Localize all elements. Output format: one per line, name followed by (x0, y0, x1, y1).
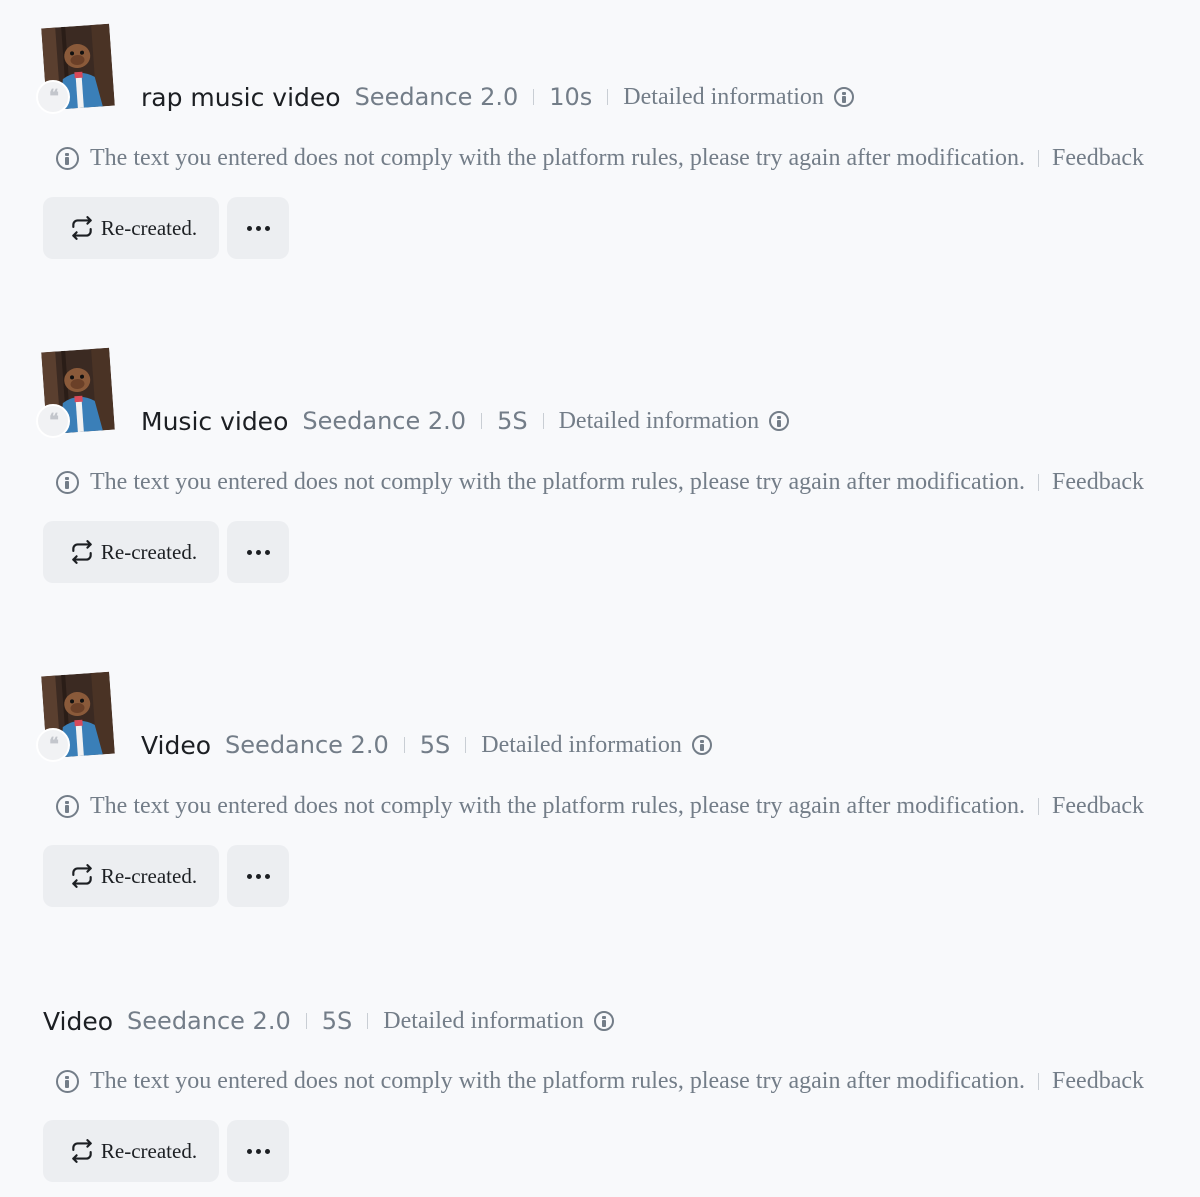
divider (367, 1013, 369, 1029)
detailed-information-link[interactable]: Detailed information (383, 1008, 614, 1035)
recreate-label: Re-created. (100, 215, 198, 240)
divider (1038, 473, 1040, 491)
duration-label: 5S (321, 1007, 353, 1035)
more-horizontal-icon (246, 549, 270, 555)
prompt-title: Music video (141, 406, 289, 436)
entry-header: Music video Seedance 2.0 5S Detailed inf… (141, 401, 790, 441)
more-options-button[interactable] (227, 1120, 289, 1182)
duration-label: 5S (497, 407, 528, 435)
detailed-information-label: Detailed information (481, 731, 682, 758)
error-message: The text you entered does not comply wit… (90, 144, 1026, 171)
detailed-information-link[interactable]: Detailed information (623, 84, 854, 111)
info-icon (56, 470, 79, 494)
recreate-label: Re-created. (100, 1138, 198, 1163)
refresh-icon (72, 540, 92, 564)
more-options-button[interactable] (227, 197, 289, 259)
info-icon (56, 794, 79, 818)
recreate-label: Re-created. (100, 539, 198, 564)
error-message-row: The text you entered does not comply wit… (56, 1064, 1144, 1098)
duration-label: 10s (549, 83, 593, 111)
divider (607, 89, 609, 105)
quote-icon: ❝ (36, 728, 70, 762)
error-message-row: The text you entered does not comply wit… (56, 465, 1144, 499)
divider (305, 1013, 307, 1029)
info-icon (593, 1011, 614, 1031)
more-options-button[interactable] (227, 521, 289, 583)
recreate-label: Re-created. (100, 863, 198, 888)
prompt-title: Video (43, 1006, 114, 1036)
more-options-button[interactable] (227, 845, 289, 907)
model-name: Seedance 2.0 (354, 83, 519, 111)
error-message: The text you entered does not comply wit… (90, 792, 1026, 819)
divider (403, 737, 405, 753)
error-message: The text you entered does not comply wit… (90, 1067, 1026, 1094)
prompt-title: Video (141, 730, 212, 760)
error-message-row: The text you entered does not comply wit… (56, 789, 1144, 823)
divider (465, 737, 467, 753)
action-buttons: Re-created. (43, 197, 289, 259)
action-buttons: Re-created. (43, 1120, 289, 1182)
divider (542, 413, 544, 429)
recreate-button[interactable]: Re-created. (43, 521, 219, 583)
entry-header: Video Seedance 2.0 5S Detailed informati… (43, 1001, 614, 1041)
divider (481, 413, 483, 429)
quote-icon: ❝ (36, 80, 70, 114)
recreate-button[interactable]: Re-created. (43, 845, 219, 907)
info-icon (691, 735, 712, 755)
detailed-information-link[interactable]: Detailed information (559, 408, 790, 435)
feedback-link[interactable]: Feedback (1052, 145, 1144, 172)
refresh-icon (72, 1139, 92, 1163)
detailed-information-link[interactable]: Detailed information (481, 732, 712, 759)
refresh-icon (72, 216, 92, 240)
error-message-row: The text you entered does not comply wit… (56, 141, 1144, 175)
info-icon (56, 1069, 79, 1093)
entry-header: Video Seedance 2.0 5S Detailed informati… (141, 725, 712, 765)
info-icon (833, 87, 854, 107)
error-message: The text you entered does not comply wit… (90, 468, 1026, 495)
quote-icon: ❝ (36, 404, 70, 438)
refresh-icon (72, 864, 92, 888)
action-buttons: Re-created. (43, 521, 289, 583)
detailed-information-label: Detailed information (558, 407, 760, 434)
info-icon (769, 411, 790, 431)
recreate-button[interactable]: Re-created. (43, 197, 219, 259)
model-name: Seedance 2.0 (302, 407, 467, 435)
prompt-title: rap music video (141, 82, 341, 112)
feedback-link[interactable]: Feedback (1052, 793, 1144, 820)
model-name: Seedance 2.0 (127, 1007, 291, 1035)
divider (1038, 797, 1040, 815)
more-horizontal-icon (246, 1148, 270, 1154)
detailed-information-label: Detailed information (383, 1007, 584, 1034)
more-horizontal-icon (246, 225, 270, 231)
recreate-button[interactable]: Re-created. (43, 1120, 219, 1182)
action-buttons: Re-created. (43, 845, 289, 907)
feedback-link[interactable]: Feedback (1052, 1068, 1144, 1095)
divider (1038, 149, 1040, 167)
info-icon (56, 146, 79, 170)
entry-header: rap music video Seedance 2.0 10s Detaile… (141, 77, 854, 117)
divider (533, 89, 535, 105)
model-name: Seedance 2.0 (225, 731, 389, 759)
detailed-information-label: Detailed information (623, 83, 824, 110)
duration-label: 5S (419, 731, 451, 759)
divider (1038, 1072, 1040, 1090)
more-horizontal-icon (246, 873, 270, 879)
feedback-link[interactable]: Feedback (1052, 469, 1144, 496)
